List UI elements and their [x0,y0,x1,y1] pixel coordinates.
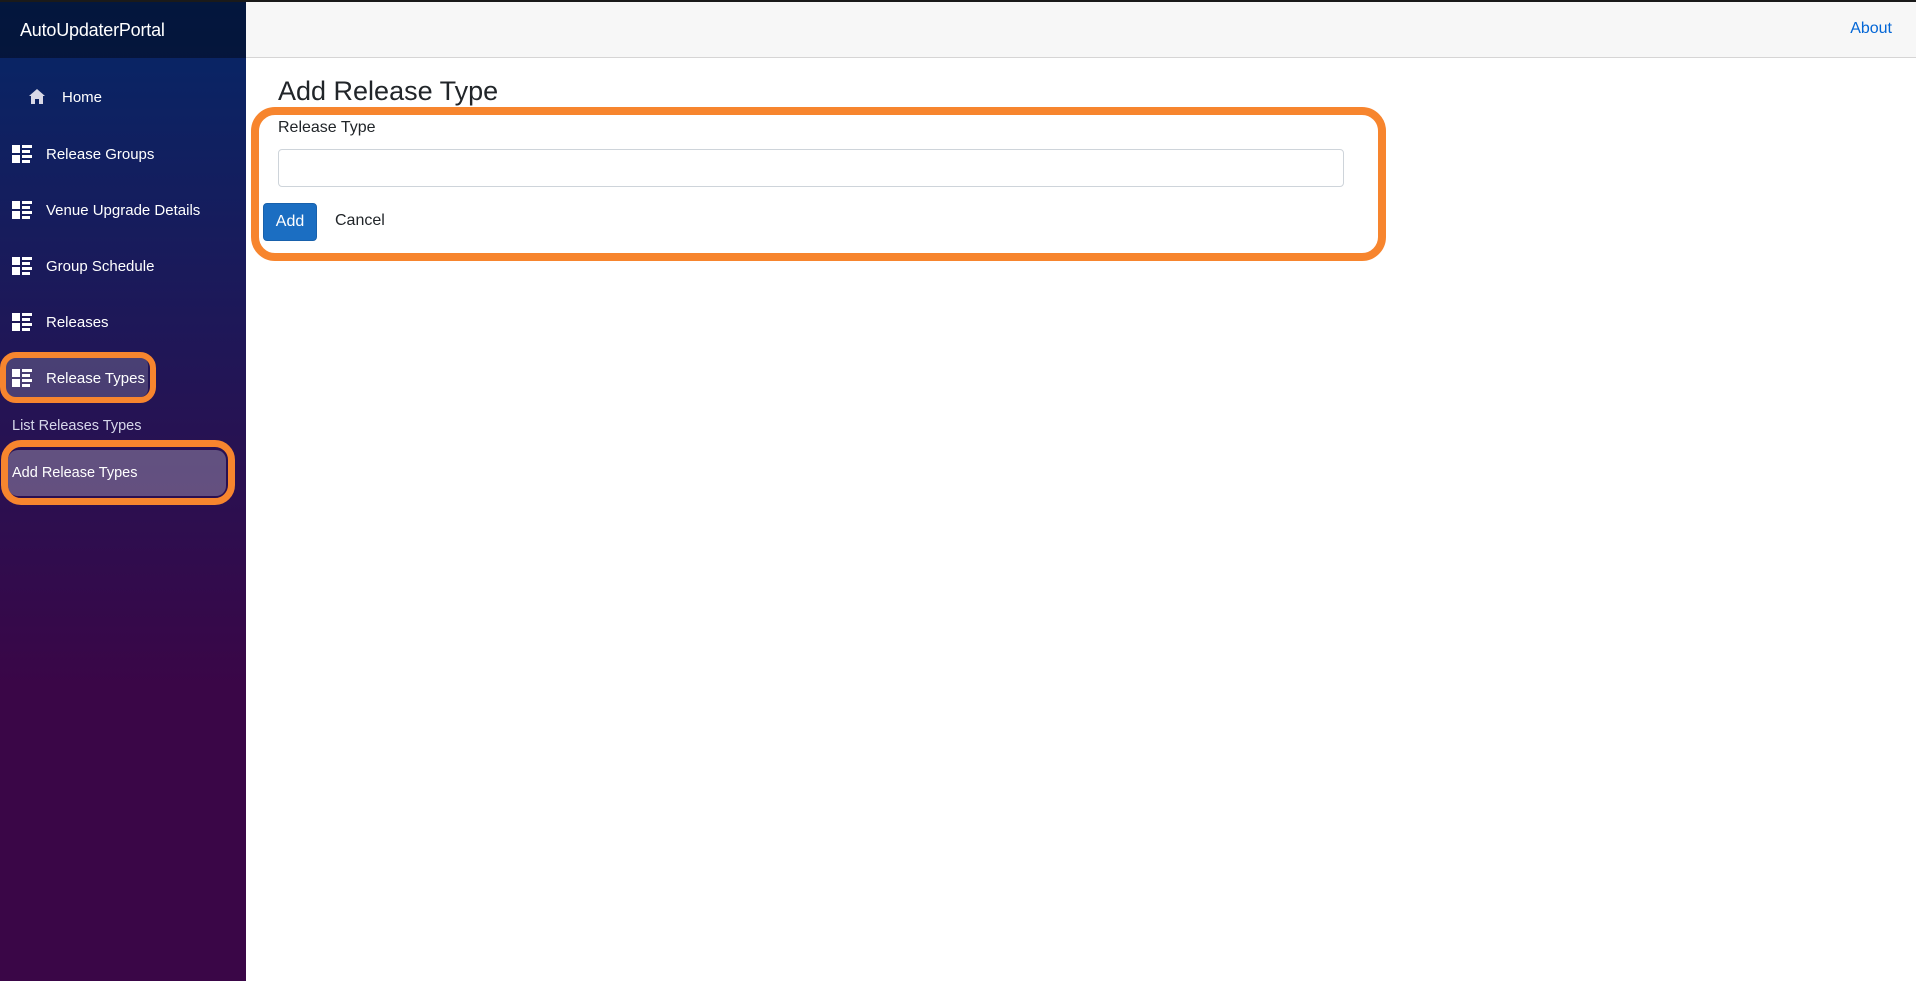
sidebar-item-group-schedule[interactable]: Group Schedule [12,244,154,288]
brand-logo[interactable]: AutoUpdaterPortal [20,20,165,41]
grid-list-icon [12,313,32,331]
sidebar: AutoUpdaterPortal Home Release Groups Ve… [0,0,246,981]
sidebar-item-home[interactable]: Home [28,75,102,119]
highlight-ring-release-types [0,352,156,403]
sidebar-subitem-list-release-types[interactable]: List Releases Types [12,418,142,434]
brand-bar: AutoUpdaterPortal [0,0,246,58]
sidebar-item-label: Releases [46,313,109,331]
highlight-ring-form [251,107,1386,261]
sidebar-item-releases[interactable]: Releases [12,300,109,344]
grid-list-icon [12,201,32,219]
page-title: Add Release Type [278,76,499,106]
highlight-ring-add-release-types [1,440,235,505]
about-link[interactable]: About [1850,20,1892,38]
sidebar-item-release-groups[interactable]: Release Groups [12,132,154,176]
sidebar-item-label: Release Groups [46,145,155,163]
top-bar: About [246,0,1916,58]
sidebar-item-label: Venue Upgrade Details [46,201,201,219]
home-icon [28,88,48,106]
grid-list-icon [12,257,32,275]
sidebar-item-label: Group Schedule [46,257,155,275]
sidebar-item-label: Home [62,88,103,106]
grid-list-icon [12,145,32,163]
sidebar-item-venue-upgrade-details[interactable]: Venue Upgrade Details [12,188,200,232]
